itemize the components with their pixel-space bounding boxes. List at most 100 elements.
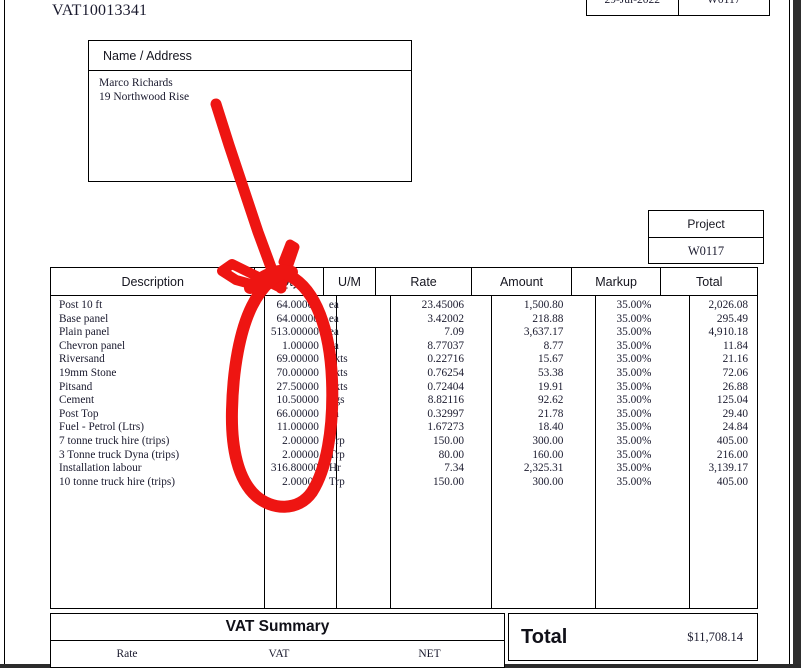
cell-rate: 3.42002 [427,312,465,325]
cell-description: Cement [59,394,95,407]
cell-markup: 35.00% [616,462,652,475]
table-row[interactable]: 10 tonne truck hire (trips) 2.00000 Trp 150… [51,476,757,490]
cell-um: Trp [328,475,345,488]
page-left-border [4,0,5,668]
cell-description: 7 tonne truck hire (trips) [59,434,170,447]
document-date: 29-Jul-2022 [587,0,679,15]
cell-description: 19mm Stone [59,366,117,379]
document-job-code: W0117 [707,0,741,6]
cell-markup: 35.00% [616,299,652,311]
vertical-scrollbar[interactable] [793,0,801,668]
table-row[interactable]: Base panel 64.00000 ea 3.42002 218.88 35.00% 2… [51,313,757,327]
project-value: W0117 [687,243,725,258]
cell-total: 21.16 [722,353,748,366]
cell-description: Chevron panel [59,339,126,352]
cell-amount: 218.88 [532,312,564,325]
project-box: Project W0117 [648,210,764,264]
cell-description: Plain panel [59,326,110,339]
cell-description: 3 Tonne truck Dyna (trips) [59,448,180,461]
line-items-table: Description Qty U/M Rate Amount Markup T… [50,267,758,609]
cell-total: 216.00 [716,448,748,461]
column-header-rate: Rate [376,268,473,295]
cell-rate: 0.72404 [427,380,465,393]
cell-qty: 2.00000 [282,475,319,488]
cell-um: Trp [328,448,345,461]
cell-markup: 35.00% [616,394,652,407]
cell-markup: 35.00% [616,339,652,352]
cell-qty: 64.00000 [276,299,319,311]
cell-amount: 160.00 [532,448,564,461]
cell-rate: 8.77037 [427,339,465,352]
cell-description: Pitsand [59,380,93,393]
cell-description: Base panel [59,312,109,325]
cell-amount: 300.00 [532,434,564,447]
cell-total: 11.84 [723,339,748,352]
cell-description: Riversand [59,353,105,366]
cell-rate: 0.76254 [427,366,465,379]
cell-rate: 150.00 [432,434,465,447]
vat-summary-box: VAT Summary Rate VAT NET [50,613,505,668]
cell-amount: 1,500.80 [523,299,564,311]
vat-column-vat: VAT [268,648,290,660]
vat-summary-columns: Rate VAT NET [51,641,504,667]
cell-amount: 18.40 [538,421,564,434]
cell-um: pkts [328,380,348,393]
cell-qty: 10.50000 [276,394,319,407]
cell-amount: 8.77 [543,339,564,352]
column-header-um: U/M [324,268,376,295]
vat-column-rate: Rate [116,648,138,660]
table-row[interactable]: Fuel - Petrol (Ltrs) 11.00000 l 1.67273 18.4… [51,421,757,435]
table-row[interactable]: 19mm Stone 70.00000 pkts 0.76254 53.38 35.00%… [51,367,757,381]
cell-description: Installation labour [59,462,142,475]
column-header-description: Description [51,268,256,295]
cell-total: 29.40 [722,407,748,420]
cell-total: 24.84 [722,421,748,434]
cell-description: Post 10 ft [59,299,103,311]
cell-markup: 35.00% [616,326,652,339]
cell-markup: 35.00% [616,407,652,420]
cell-um: Hr [328,462,341,475]
cell-total: 405.00 [716,434,748,447]
table-row[interactable]: Pitsand 27.50000 pkts 0.72404 19.91 35.00% 26.… [51,381,757,395]
cell-qty: 64.00000 [276,312,319,325]
table-row[interactable]: Plain panel 513.00000 ea 7.09 3,637.17 35.00%… [51,326,757,340]
cell-rate: 7.09 [444,326,465,339]
customer-name: Marco Richards [99,77,173,89]
customer-address: 19 Northwood Rise [99,90,190,103]
vat-summary-title: VAT Summary [51,614,504,641]
cell-rate: 0.32997 [427,407,465,420]
table-row[interactable]: Post 10 ft 64.00000 ea 23.45006 1,500.80 35.0… [51,299,757,313]
cell-um: ea [328,312,339,325]
column-header-markup: Markup [572,268,662,295]
table-row[interactable]: 3 Tonne truck Dyna (trips) 2.00000 Trp 80.0… [51,449,757,463]
cell-amount: 53.38 [538,366,564,379]
cell-qty: 11.00000 [276,421,319,434]
cell-markup: 35.00% [616,421,652,434]
grand-total-box: Total $11,708.14 [508,613,758,661]
cell-um: pkts [328,353,348,366]
grand-total-value: $11,708.14 [687,629,743,644]
cell-amount: 21.78 [538,407,564,420]
cell-qty: 27.50000 [276,380,319,393]
table-row[interactable]: Riversand 69.00000 pkts 0.22716 15.67 35.00% 2… [51,353,757,367]
cell-markup: 35.00% [616,380,652,393]
cell-qty: 69.00000 [276,353,319,366]
document-number: VAT10013341 [52,2,148,19]
table-row[interactable]: Cement 10.50000 bgs 8.82116 92.62 35.00% 125.0… [51,394,757,408]
cell-um: Trp [328,434,345,447]
cell-rate: 8.82116 [427,394,465,407]
table-row[interactable]: Installation labour 316.80000 Hr 7.34 2,325.… [51,462,757,476]
table-row[interactable]: 7 tonne truck hire (trips) 2.00000 Trp 150.… [51,435,757,449]
cell-qty: 1.00000 [282,339,319,352]
cell-qty: 316.80000 [270,462,319,475]
cell-description: Post Top [59,407,99,420]
cell-amount: 3,637.17 [523,326,564,339]
page-right-border [789,0,790,668]
cell-total: 26.88 [722,380,748,393]
table-row[interactable]: Chevron panel 1.00000 ea 8.77037 8.77 35.00% 1… [51,340,757,354]
cell-um: ea [328,326,339,339]
column-header-total: Total [696,274,723,289]
cell-amount: 92.62 [538,394,564,407]
cell-um: ea [328,407,339,420]
table-row[interactable]: Post Top 66.00000 ea 0.32997 21.78 35.00% 29.4… [51,408,757,422]
